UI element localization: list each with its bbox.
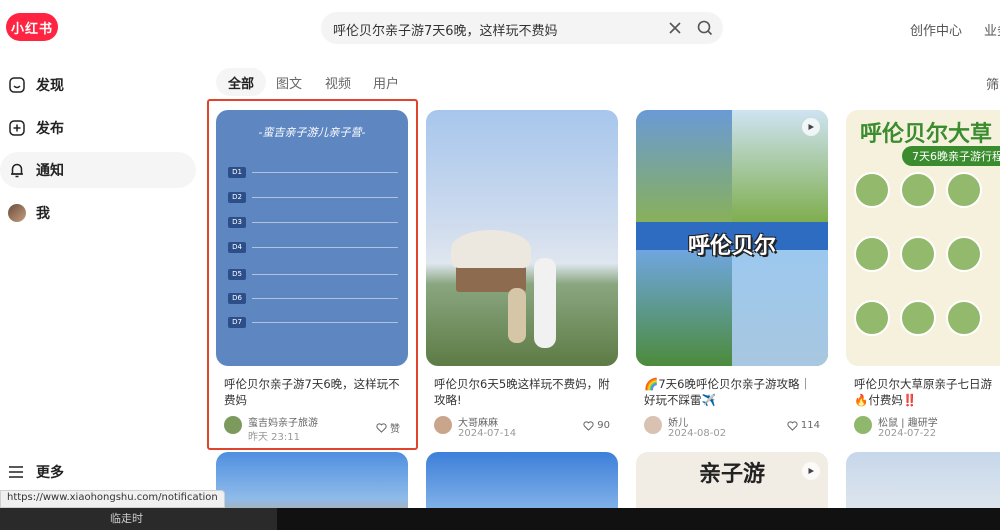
note-card[interactable]: 呼伦贝尔大草 7天6晚亲子游行程 呼伦贝尔大草原亲子七日游🔥付费妈‼️ 松鼠 |… — [846, 110, 1000, 444]
tab-all[interactable]: 全部 — [216, 68, 267, 96]
sidebar-item-label: 通知 — [36, 163, 64, 179]
author-name[interactable]: 娇儿 — [668, 414, 688, 429]
tab-videos[interactable]: 视频 — [313, 68, 363, 96]
note-title[interactable]: 呼伦贝尔大草原亲子七日游🔥付费妈‼️ — [854, 376, 1000, 408]
note-cover[interactable]: 呼伦贝尔 — [636, 110, 828, 366]
menu-icon — [8, 465, 24, 479]
creator-center-link[interactable]: 创作中心 — [910, 20, 962, 39]
heart-icon — [787, 420, 798, 431]
tab-notes[interactable]: 图文 — [264, 68, 314, 96]
note-card[interactable]: 呼伦贝尔 🌈7天6晚呼伦贝尔亲子游攻略｜好玩不踩雷✈️ 娇儿 2024-08-0… — [636, 110, 828, 444]
tab-users[interactable]: 用户 — [361, 68, 411, 96]
status-url: https://www.xiaohongshu.com/notification — [0, 490, 225, 508]
author-avatar[interactable] — [644, 416, 662, 434]
cover-title: 亲子游 — [698, 462, 765, 487]
business-link[interactable]: 业务 — [984, 20, 1000, 39]
search-input[interactable]: 呼伦贝尔亲子游7天6晚，这样玩不费妈 — [333, 20, 558, 39]
cover-title: 呼伦贝尔 — [687, 234, 776, 259]
search-icon[interactable] — [696, 19, 714, 37]
like-count: 90 — [597, 420, 610, 431]
like-count: 114 — [800, 420, 820, 431]
sidebar-item-discover[interactable]: 发现 — [0, 67, 196, 103]
selection-highlight — [207, 99, 418, 450]
note-cover[interactable] — [426, 110, 618, 366]
clear-icon[interactable] — [666, 19, 684, 37]
sidebar-item-label: 发现 — [36, 78, 64, 94]
note-title[interactable]: 呼伦贝尔6天5晚这样玩不费妈，附攻略! — [434, 376, 612, 408]
video-icon — [802, 118, 820, 136]
author-name[interactable]: 大哥麻麻 — [458, 414, 498, 429]
logo[interactable]: 小红书 — [6, 13, 58, 41]
note-date: 2024-07-14 — [458, 428, 517, 439]
bell-icon — [8, 161, 26, 179]
discover-icon — [8, 76, 26, 94]
like-button[interactable]: 114 — [787, 420, 820, 431]
like-button[interactable]: 90 — [583, 420, 610, 431]
author-name[interactable]: 松鼠 | 趣研学 — [878, 414, 938, 429]
author-avatar[interactable] — [434, 416, 452, 434]
author-avatar[interactable] — [854, 416, 872, 434]
sidebar-item-label: 我 — [36, 206, 50, 222]
video-icon — [802, 462, 820, 480]
sidebar-item-publish[interactable]: 发布 — [0, 110, 196, 146]
avatar — [8, 204, 26, 222]
cover-title: 呼伦贝尔大草 — [860, 122, 993, 147]
sidebar-more-label: 更多 — [36, 465, 64, 481]
note-date: 2024-08-02 — [668, 428, 727, 439]
note-date: 2024-07-22 — [878, 428, 937, 439]
heart-icon — [583, 420, 594, 431]
search-box[interactable]: 呼伦贝尔亲子游7天6晚，这样玩不费妈 — [321, 12, 723, 44]
note-card[interactable]: 呼伦贝尔6天5晚这样玩不费妈，附攻略! 大哥麻麻 2024-07-14 90 — [426, 110, 618, 444]
bottom-bar-text: 临走时 — [110, 512, 143, 525]
sidebar-more[interactable]: 更多 — [8, 462, 64, 482]
sidebar-item-label: 发布 — [36, 121, 64, 137]
note-cover[interactable]: 呼伦贝尔大草 7天6晚亲子游行程 — [846, 110, 1000, 366]
sidebar-item-me[interactable]: 我 — [0, 195, 196, 231]
sidebar-item-notifications[interactable]: 通知 — [0, 152, 196, 188]
publish-icon — [8, 119, 26, 137]
note-title[interactable]: 🌈7天6晚呼伦贝尔亲子游攻略｜好玩不踩雷✈️ — [644, 376, 822, 408]
cover-subtitle: 7天6晚亲子游行程 — [902, 146, 1000, 166]
filter-button[interactable]: 筛 — [986, 74, 999, 93]
